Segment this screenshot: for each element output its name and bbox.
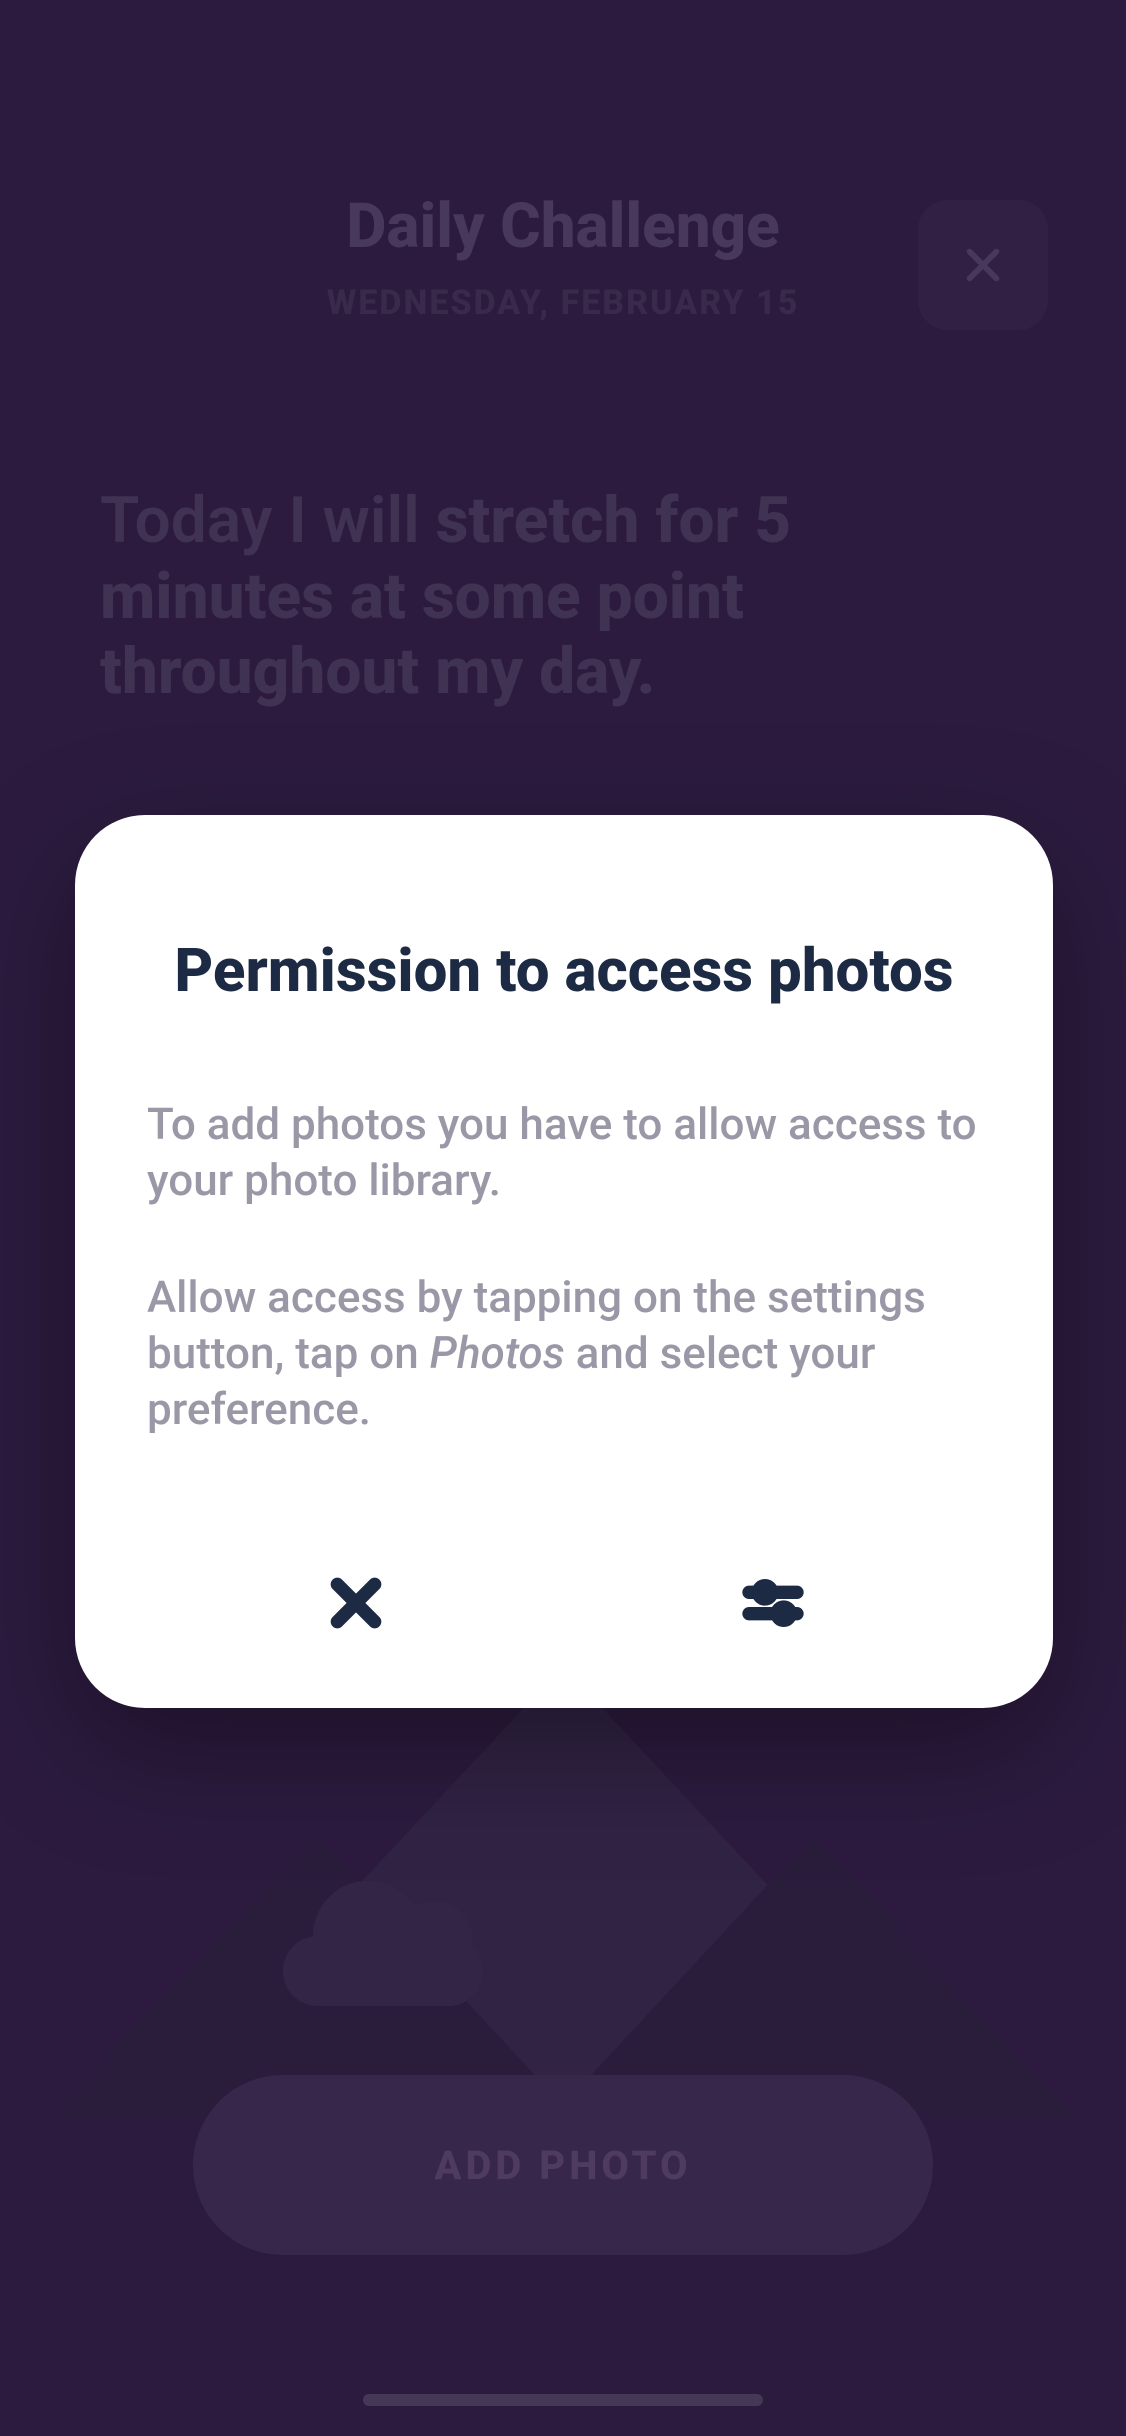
dialog-body: To add photos you have to allow access t…	[147, 1096, 981, 1438]
screen: Daily Challenge WEDNESDAY, FEBRUARY 15 T…	[0, 0, 1126, 2436]
dialog-title: Permission to access photos	[147, 935, 981, 1006]
dialog-actions	[147, 1548, 981, 1658]
dialog-body-2-em: Photos	[430, 1327, 565, 1379]
dialog-body-paragraph-1: To add photos you have to allow access t…	[147, 1096, 981, 1209]
dialog-body-paragraph-2: Allow access by tapping on the settings …	[147, 1269, 981, 1438]
modal-layer: Permission to access photos To add photo…	[0, 0, 1126, 2436]
dialog-settings-button[interactable]	[648, 1548, 898, 1658]
dialog-close-button[interactable]	[231, 1548, 481, 1658]
settings-sliders-icon	[741, 1571, 805, 1635]
close-icon	[324, 1571, 388, 1635]
permission-dialog: Permission to access photos To add photo…	[75, 815, 1053, 1708]
